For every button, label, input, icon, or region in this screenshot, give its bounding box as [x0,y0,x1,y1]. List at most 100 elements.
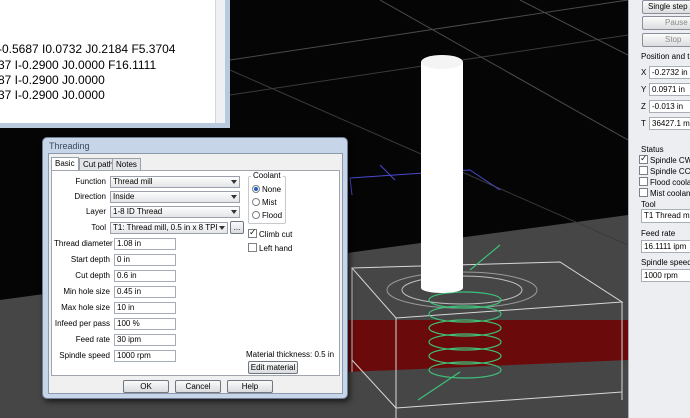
cut-depth-input[interactable]: 0.6 in [114,270,176,282]
thread-diameter-input[interactable]: 1.08 in [114,238,176,250]
chevron-down-icon [219,226,225,230]
tool-cylinder-bottom [421,283,463,293]
thread-diameter-label: Thread diameter [54,239,113,248]
gcode-window[interactable]: -0.5687 I0.0732 J0.2184 F5.3704 37 I-0.2… [0,0,230,128]
help-button[interactable]: Help [227,380,273,393]
checkbox-box[interactable] [639,177,648,186]
checkbox-box[interactable] [639,166,648,175]
tool-select[interactable]: T1: Thread mill, 0.5 in x 8 TPI [110,222,228,234]
feed-rate-value: 16.1111 ipm [641,240,690,253]
threading-dialog: Threading Basic Cut path Notes Function … [42,137,348,399]
checkbox-label: Spindle CCW [650,167,690,176]
tool-label: Tool [91,223,106,232]
tool-browse-button[interactable]: ... [230,221,244,234]
gcode-line: 37 I-0.2900 J0.0000 [0,88,105,102]
tab-notes[interactable]: Notes [112,158,141,170]
tool-value: T1 Thread mill, 0.5 in x 8 TPI [641,209,690,223]
tool-value: T1: Thread mill, 0.5 in x 8 TPI [113,223,218,232]
feed-rate-label: Feed rate [641,229,676,238]
spindle-speed-label: Spindle speed [641,258,690,267]
radio-label: None [262,185,282,194]
feed-rate-input[interactable]: 30 ipm [114,334,176,346]
checkbox-box[interactable] [248,227,257,238]
layer-value: 1-8 ID Thread [113,207,163,216]
feed-rate-label: Feed rate [75,335,110,344]
checkbox-label: Climb cut [259,230,293,239]
axis-x-value: -0.2732 in [649,66,690,79]
axis-y-value: 0.0971 in [649,83,690,96]
function-value: Thread mill [113,177,153,186]
edit-material-button[interactable]: Edit material [248,361,298,374]
min-hole-size-input[interactable]: 0.45 in [114,286,176,298]
ok-button[interactable]: OK [123,380,169,393]
radio-label: Mist [262,198,277,207]
min-hole-size-label: Min hole size [63,287,110,296]
stop-button[interactable]: Stop [642,33,690,47]
coolant-flood-radio[interactable]: Flood [252,211,282,220]
single-step-button[interactable]: Single step [642,0,690,14]
spindle-cw-checkbox[interactable]: Spindle CW [639,153,690,165]
infeed-per-pass-input[interactable]: 100 % [114,318,176,330]
radio-label: Flood [262,211,283,220]
infeed-per-pass-label: Infeed per pass [54,319,110,328]
tool-cylinder [421,62,463,288]
gcode-scrollbar[interactable] [215,0,225,123]
radio-button[interactable] [252,198,260,206]
function-label: Function [75,177,106,186]
time-label: T [641,119,646,128]
checkbox-box[interactable] [639,188,648,197]
gcode-line: -0.5687 I0.0732 J0.2184 F5.3704 [0,42,176,56]
radio-button[interactable] [252,211,260,219]
coolant-group: Coolant None Mist Flood [248,171,286,224]
checkbox-label: Spindle CW [650,156,690,165]
simulation-panel: Single step Pause Stop Position and time… [628,0,690,418]
axis-z-label: Z [641,102,646,111]
coolant-none-radio[interactable]: None [252,185,281,194]
checkbox-box[interactable] [248,243,257,252]
coolant-mist-radio[interactable]: Mist [252,198,277,207]
spindle-speed-input[interactable]: 1000 rpm [114,350,176,362]
checkbox-box[interactable] [639,153,648,164]
flood-coolant-checkbox[interactable]: Flood coolant [639,177,690,187]
start-depth-input[interactable]: 0 in [114,254,176,266]
checkbox-label: Left hand [259,244,293,253]
cut-depth-label: Cut depth [75,271,110,280]
direction-label: Direction [74,192,106,201]
cancel-button[interactable]: Cancel [175,380,221,393]
chevron-down-icon [231,180,237,184]
mist-coolant-checkbox[interactable]: Mist coolant [639,188,690,198]
direction-value: Inside [113,192,135,201]
checkbox-label: Flood coolant [650,178,690,187]
max-hole-size-input[interactable]: 10 in [114,302,176,314]
coolant-group-title: Coolant [251,171,283,180]
spindle-speed-label: Spindle speed [59,351,110,360]
chevron-down-icon [231,195,237,199]
gcode-line: 37 I-0.2900 J0.0000 F16.1111 [0,58,157,72]
dialog-title: Threading [49,141,90,151]
grid-line [379,0,628,141]
left-hand-checkbox[interactable]: Left hand [248,243,292,253]
tool-label: Tool [641,200,656,209]
axis-x-label: X [641,68,647,77]
position-section-title: Position and time [641,52,690,61]
time-value: 36427.1 ms [649,117,690,130]
layer-label: Layer [85,207,106,216]
radio-button[interactable] [252,185,260,193]
grid-line [229,0,628,61]
spindle-ccw-checkbox[interactable]: Spindle CCW [639,166,690,176]
tab-basic[interactable]: Basic [51,157,79,170]
chevron-down-icon [231,210,237,214]
pause-button[interactable]: Pause [642,16,690,30]
material-thickness-label: Material thickness: 0.5 in [246,350,335,359]
tool-cylinder-top [421,55,463,69]
start-depth-label: Start depth [70,255,110,264]
gcode-line: 87 I-0.2900 J0.0000 [0,73,105,87]
checkbox-label: Mist coolant [650,189,690,198]
axis-z-value: -0.013 in [649,100,690,113]
direction-select[interactable]: Inside [110,191,240,203]
layer-select[interactable]: 1-8 ID Thread [110,206,240,218]
spindle-speed-value: 1000 rpm [641,269,690,282]
climb-cut-checkbox[interactable]: Climb cut [248,227,293,239]
function-select[interactable]: Thread mill [110,176,240,188]
max-hole-size-label: Max hole size [61,303,110,312]
